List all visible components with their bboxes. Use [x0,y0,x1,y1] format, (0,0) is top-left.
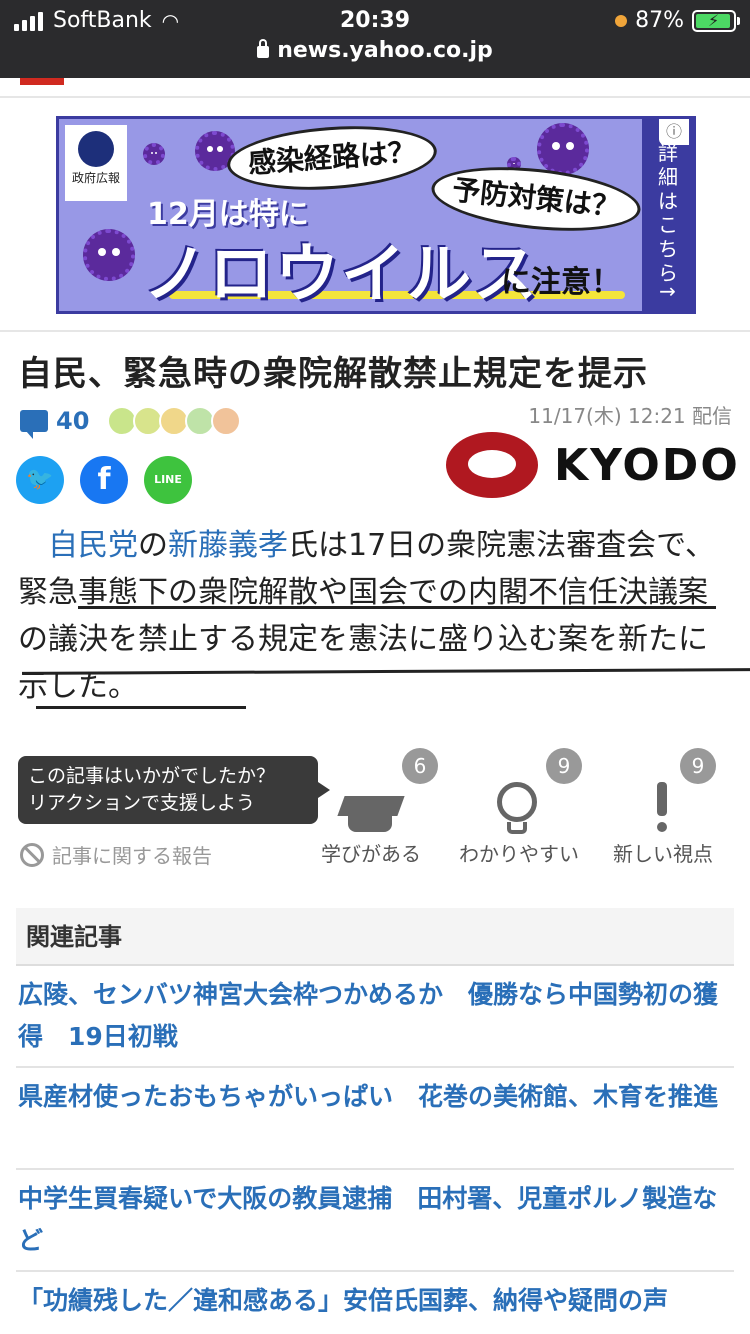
ad-details-label: 詳細はこちら [658,141,678,285]
url-text: news.yahoo.co.jp [277,38,493,63]
ad-warning: に注意！ [501,265,621,300]
reaction-prompt-line2: リアクションで支援しよう [28,792,256,814]
related-article-link[interactable]: 県産材使ったおもちゃがいっぱい 花巻の美術館、木育を推進 [16,1068,734,1170]
address-bar[interactable]: news.yahoo.co.jp [0,38,750,63]
ad-banner[interactable]: 政府広報 感染経路は？ 予防対策は？ 12月は特に ノロウイルス に注意！ 詳細… [56,116,696,314]
header-strip [0,78,750,98]
prohibit-icon [20,842,44,867]
hand-underline [78,606,716,609]
body-text-1: の [138,528,168,563]
facebook-share-button[interactable]: f [80,456,128,504]
reaction-newview-button[interactable]: 9 新しい視点 [588,748,738,868]
source-logo[interactable]: KYODO [444,428,738,500]
related-article-link[interactable]: 広陵、センバツ神宮大会枠つかめるか 優勝なら中国勢初の獲得 19日初戦 [16,966,734,1068]
comment-count: 40 [56,407,90,435]
yahoo-logo-fragment[interactable] [20,78,64,85]
reaction-clear-button[interactable]: 9 わかりやすい [444,748,594,868]
reaction-prompt-line1: この記事はいかがでしたか？ [28,765,276,787]
related-list: 広陵、センバツ神宮大会枠つかめるか 優勝なら中国勢初の獲得 19日初戦 県産材使… [16,966,734,1334]
link-ldp[interactable]: 自民党 [48,528,138,563]
ad-bubble-route: 感染経路は？ [225,119,439,197]
article-body: 自民党の新藤義孝氏は17日の衆院憲法審査会で、緊急事態下の衆院解散や国会での内閣… [18,522,734,710]
reaction-learn-button[interactable]: 6 学びがある [296,748,446,868]
arrow-right-icon: → [659,279,676,303]
reaction-faces [107,406,242,436]
ad-main-title: ノロウイルス [143,238,539,312]
virus-icon [143,143,165,165]
related-heading: 関連記事 [16,908,734,966]
article-title: 自民、緊急時の衆院解散禁止規定を提示 [18,354,648,394]
status-bar: SoftBank ◠ 20:39 87% ⚡ news.yahoo.co.jp [0,0,750,78]
link-shindo[interactable]: 新藤義孝 [168,528,288,563]
battery-percent: 87% [635,8,684,33]
exclamation-icon [588,778,738,834]
comment-link[interactable]: 40 [20,406,242,439]
related-article-link[interactable]: 中学生買春疑いで大阪の教員逮捕 田村署、児童ポルノ製造など [16,1170,734,1272]
reaction-prompt: この記事はいかがでしたか？ リアクションで支援しよう [18,756,330,824]
ad-details-link[interactable]: 詳細はこちら → [642,119,693,311]
lightbulb-icon [444,778,594,834]
report-link[interactable]: 記事に関する報告 [20,840,212,869]
hand-underline [36,706,246,709]
divider [0,330,750,332]
comment-icon [20,410,48,439]
publish-date: 11/17(木) 12:21 配信 [528,404,732,428]
twitter-bird-icon: 🐦 [26,467,54,492]
government-logo-icon [78,131,114,167]
lock-icon [257,39,270,58]
ad-artwork: 政府広報 感染経路は？ 予防対策は？ 12月は特に ノロウイルス に注意！ [59,119,644,312]
battery-icon: ⚡ [692,9,740,32]
smiley-face-icon [211,406,242,436]
source-name: KYODO [554,440,740,491]
related-article-link[interactable]: 「功績残した／違和感ある」安倍氏国葬、納得や疑問の声 [16,1272,734,1334]
ad-info-icon[interactable]: ⓘ [659,119,689,145]
virus-icon [537,123,589,175]
gov-pr-label: 政府広報 [71,171,120,185]
gov-pr-badge: 政府広報 [65,125,127,201]
reaction-label: 学びがある [321,842,421,866]
line-share-button[interactable]: LINE [144,456,192,504]
report-label: 記事に関する報告 [52,844,212,868]
twitter-share-button[interactable]: 🐦 [16,456,64,504]
reaction-label: わかりやすい [459,842,579,866]
reaction-label: 新しい視点 [613,842,713,866]
virus-icon [83,229,135,281]
graduation-cap-icon [296,778,446,834]
battery-group: 87% ⚡ [615,8,740,33]
kyodo-mark-icon [446,432,538,498]
mic-indicator-icon [615,14,628,27]
facebook-f-icon: f [97,462,111,497]
line-icon: LINE [154,473,182,486]
